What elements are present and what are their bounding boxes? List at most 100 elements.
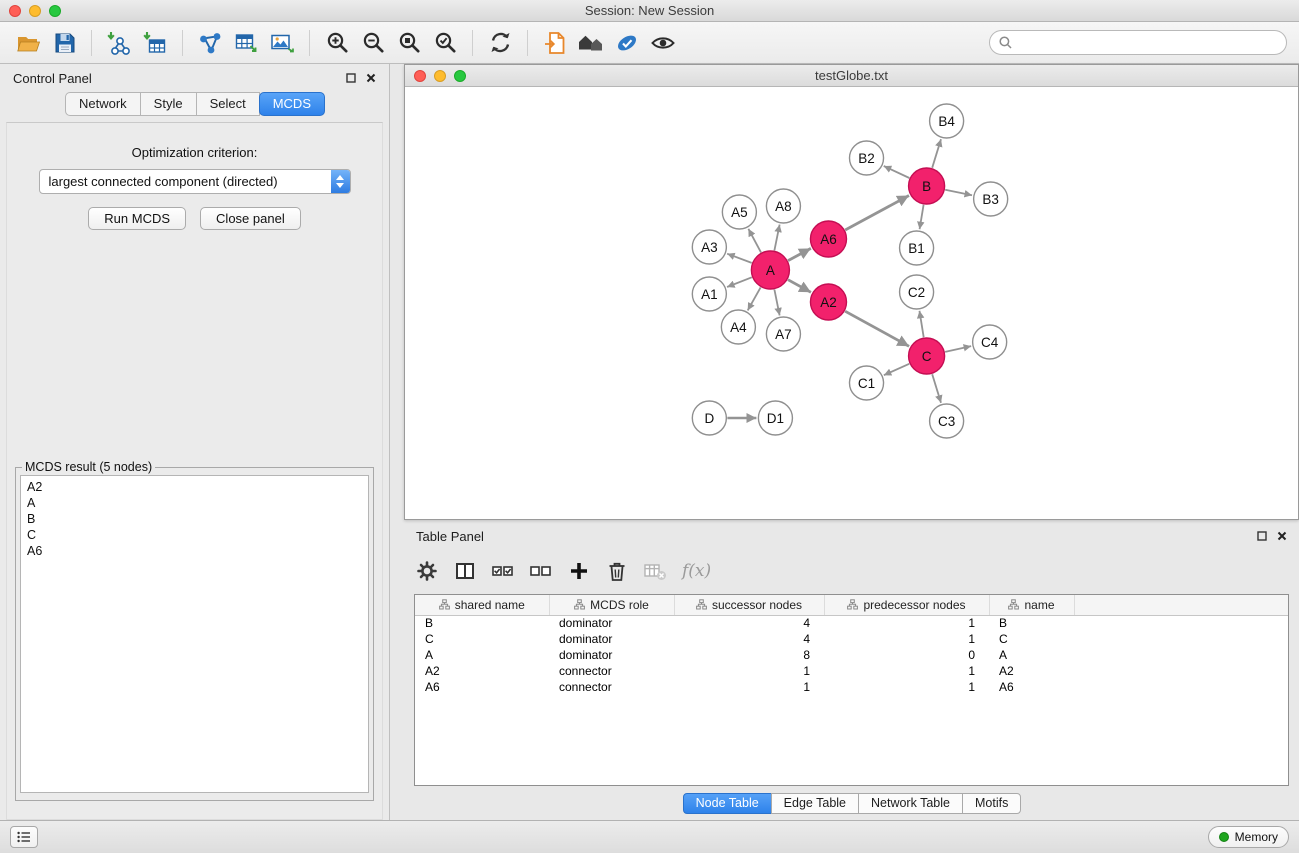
delete-table-button[interactable] bbox=[640, 556, 670, 586]
table-row[interactable]: Adominator80A bbox=[415, 647, 1288, 663]
zoom-fit-button[interactable] bbox=[391, 26, 427, 60]
table-cell[interactable]: dominator bbox=[549, 615, 674, 631]
new-network-button[interactable] bbox=[192, 26, 228, 60]
table-cell[interactable]: A bbox=[415, 647, 549, 663]
delete-column-button[interactable] bbox=[602, 556, 632, 586]
tab-network[interactable]: Network bbox=[65, 92, 141, 116]
graph-edge-A-A3[interactable] bbox=[727, 254, 752, 263]
table-cell[interactable]: B bbox=[415, 615, 549, 631]
graph-node-A4[interactable]: A4 bbox=[721, 310, 755, 344]
close-window-button[interactable] bbox=[9, 5, 21, 17]
graph-node-A[interactable]: A bbox=[751, 251, 789, 289]
import-table-button[interactable] bbox=[137, 26, 173, 60]
graph-edge-A-A2[interactable] bbox=[788, 280, 811, 293]
table-settings-button[interactable] bbox=[412, 556, 442, 586]
tab-mcds[interactable]: MCDS bbox=[259, 92, 325, 116]
zoom-network-window-button[interactable] bbox=[454, 70, 466, 82]
show-columns-button[interactable] bbox=[450, 556, 480, 586]
table-cell[interactable]: 1 bbox=[824, 663, 989, 679]
table-cell[interactable]: A2 bbox=[989, 663, 1074, 679]
table-cell[interactable]: dominator bbox=[549, 631, 674, 647]
close-network-window-button[interactable] bbox=[414, 70, 426, 82]
graph-edge-A-A7[interactable] bbox=[774, 290, 779, 316]
float-panel-button[interactable] bbox=[346, 73, 356, 83]
memory-button[interactable]: Memory bbox=[1208, 826, 1289, 848]
column-header-shared-name[interactable]: shared name bbox=[415, 595, 549, 615]
table-cell[interactable]: B bbox=[989, 615, 1074, 631]
table-cell[interactable]: 1 bbox=[674, 663, 824, 679]
tab-style[interactable]: Style bbox=[140, 92, 197, 116]
graph-edge-A-A6[interactable] bbox=[788, 248, 811, 260]
zoom-selected-button[interactable] bbox=[427, 26, 463, 60]
function-builder-button[interactable]: f(x) bbox=[678, 561, 711, 581]
table-row[interactable]: A6connector11A6 bbox=[415, 679, 1288, 695]
table-cell[interactable]: 4 bbox=[674, 615, 824, 631]
graph-edge-A-A1[interactable] bbox=[727, 277, 752, 287]
zoom-in-button[interactable] bbox=[319, 26, 355, 60]
deselect-all-button[interactable] bbox=[526, 556, 556, 586]
graph-node-A7[interactable]: A7 bbox=[766, 317, 800, 351]
graph-edge-C-C1[interactable] bbox=[884, 364, 909, 375]
table-cell[interactable]: dominator bbox=[549, 647, 674, 663]
save-session-button[interactable] bbox=[46, 26, 82, 60]
zoom-out-button[interactable] bbox=[355, 26, 391, 60]
table-row[interactable]: A2connector11A2 bbox=[415, 663, 1288, 679]
add-column-button[interactable] bbox=[564, 556, 594, 586]
graph-node-D[interactable]: D bbox=[692, 401, 726, 435]
graph-edge-A6-B[interactable] bbox=[845, 196, 909, 231]
minimize-network-window-button[interactable] bbox=[434, 70, 446, 82]
graph-node-C1[interactable]: C1 bbox=[849, 366, 883, 400]
report-button[interactable] bbox=[537, 26, 573, 60]
float-table-panel-button[interactable] bbox=[1257, 531, 1267, 541]
graph-edge-C-C3[interactable] bbox=[932, 374, 941, 403]
graph-node-C4[interactable]: C4 bbox=[973, 325, 1007, 359]
graph-node-A5[interactable]: A5 bbox=[722, 195, 756, 229]
graph-node-B3[interactable]: B3 bbox=[974, 182, 1008, 216]
column-header-successor-nodes[interactable]: successor nodes bbox=[674, 595, 824, 615]
graph-node-B2[interactable]: B2 bbox=[849, 141, 883, 175]
table-row[interactable]: Bdominator41B bbox=[415, 615, 1288, 631]
graph-node-A1[interactable]: A1 bbox=[692, 277, 726, 311]
graph-node-D1[interactable]: D1 bbox=[758, 401, 792, 435]
table-cell[interactable]: A6 bbox=[415, 679, 549, 695]
graph-node-B[interactable]: B bbox=[909, 168, 945, 204]
mcds-result-list[interactable]: A2ABCA6 bbox=[20, 475, 369, 793]
new-table-button[interactable] bbox=[228, 26, 264, 60]
zoom-window-button[interactable] bbox=[49, 5, 61, 17]
home-button[interactable] bbox=[573, 26, 609, 60]
style-check-button[interactable] bbox=[609, 26, 645, 60]
table-cell[interactable]: 1 bbox=[674, 679, 824, 695]
table-cell[interactable]: 8 bbox=[674, 647, 824, 663]
graph-node-B4[interactable]: B4 bbox=[930, 104, 964, 138]
close-table-panel-button[interactable] bbox=[1277, 531, 1287, 541]
show-hide-button[interactable] bbox=[645, 26, 681, 60]
task-history-button[interactable] bbox=[10, 826, 38, 848]
graph-edge-B-B2[interactable] bbox=[884, 166, 910, 178]
optimization-criterion-select[interactable]: largest connected component (directed) bbox=[39, 169, 351, 194]
column-header-mcds-role[interactable]: MCDS role bbox=[549, 595, 674, 615]
tab-select[interactable]: Select bbox=[196, 92, 260, 116]
column-header-name[interactable]: name bbox=[989, 595, 1074, 615]
graph-edge-C-C2[interactable] bbox=[919, 311, 923, 337]
graph-node-C2[interactable]: C2 bbox=[900, 275, 934, 309]
graph-edge-A-A5[interactable] bbox=[748, 229, 761, 253]
open-session-button[interactable] bbox=[10, 26, 46, 60]
table-cell[interactable]: A2 bbox=[415, 663, 549, 679]
graph-node-B1[interactable]: B1 bbox=[900, 231, 934, 265]
tab-network-table[interactable]: Network Table bbox=[858, 793, 963, 814]
tab-motifs[interactable]: Motifs bbox=[962, 793, 1021, 814]
graph-edge-B-B1[interactable] bbox=[920, 205, 924, 229]
graph-edge-A2-C[interactable] bbox=[845, 311, 909, 346]
network-canvas[interactable]: B4B2BB3A5A8A6B1A3AC2A1A2A4A7CC4C1C3DD1 bbox=[405, 87, 1298, 519]
table-cell[interactable]: A6 bbox=[989, 679, 1074, 695]
export-image-button[interactable] bbox=[264, 26, 300, 60]
graph-edge-B-B3[interactable] bbox=[945, 190, 972, 195]
graph-node-A8[interactable]: A8 bbox=[766, 189, 800, 223]
table-cell[interactable]: 0 bbox=[824, 647, 989, 663]
search-field[interactable] bbox=[989, 30, 1287, 55]
refresh-button[interactable] bbox=[482, 26, 518, 60]
search-input[interactable] bbox=[1018, 35, 1277, 50]
table-cell[interactable]: connector bbox=[549, 679, 674, 695]
table-cell[interactable]: 1 bbox=[824, 615, 989, 631]
table-cell[interactable]: C bbox=[989, 631, 1074, 647]
